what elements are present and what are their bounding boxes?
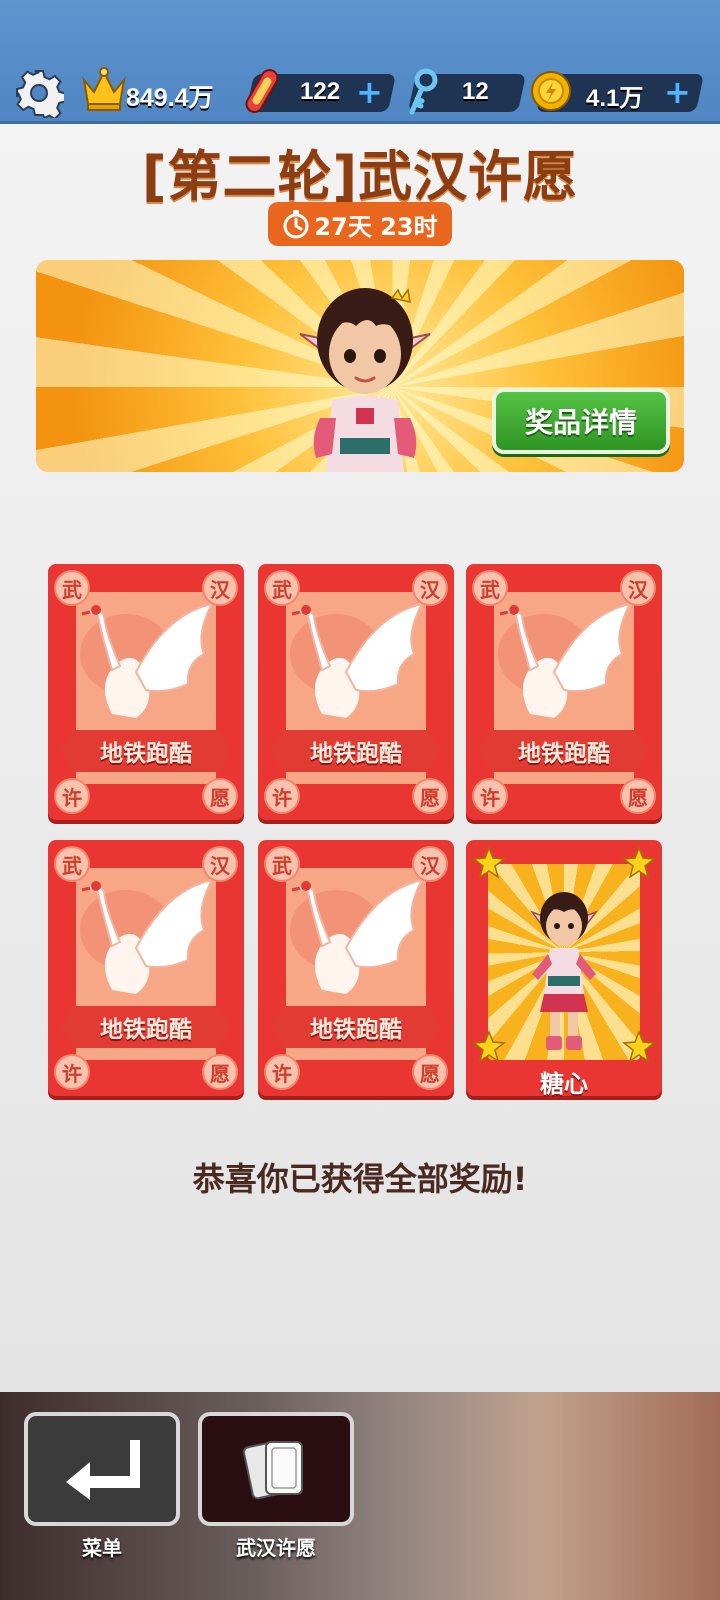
hidden-reward-card[interactable]: 武 汉许 愿 地铁跑酷: [48, 564, 244, 820]
cards-icon: [242, 1440, 303, 1500]
hoverboard-icon: [240, 66, 284, 120]
add-hoverboard-button[interactable]: +: [356, 73, 383, 111]
coin-icon: [530, 70, 572, 116]
character-card-background: [488, 864, 640, 1060]
corner-mark: 武: [54, 846, 90, 882]
prize-banner: 奖品详情: [36, 260, 684, 472]
corner-mark: 愿: [202, 1054, 238, 1090]
card-label: 地铁跑酷: [270, 730, 442, 772]
crane-icon: [290, 878, 424, 994]
star-icon: [472, 846, 506, 879]
add-coins-button[interactable]: +: [664, 73, 691, 111]
corner-mark: 许: [264, 1054, 300, 1090]
character-portrait-image: [299, 288, 431, 472]
character-name: 糖心: [540, 1070, 588, 1098]
stopwatch-icon: [283, 210, 309, 239]
wuhan-wish-tab-button[interactable]: [198, 1412, 354, 1526]
corner-mark: 许: [54, 1054, 90, 1090]
key-value: 12: [462, 78, 489, 105]
timer-text: 27天 23时: [314, 212, 438, 241]
card-label: 地铁跑酷: [60, 730, 232, 772]
crane-icon: [498, 602, 632, 718]
character-figure-image: [529, 892, 599, 1050]
coin-value: 4.1万: [586, 85, 644, 112]
score-value: 849.4万: [126, 84, 214, 112]
event-title: [第二轮]武汉许愿: [141, 145, 579, 208]
star-icon: [622, 846, 656, 879]
corner-mark: 汉: [202, 846, 238, 882]
corner-mark: 愿: [202, 778, 238, 814]
crown-icon: [80, 66, 128, 116]
corner-mark: 武: [472, 570, 508, 606]
card-label: 地铁跑酷: [270, 1006, 442, 1048]
corner-mark: 愿: [412, 1054, 448, 1090]
top-bar: 849.4万 122 + 12 4.1万 +: [0, 0, 720, 124]
crane-icon: [80, 878, 214, 994]
corner-mark: 愿: [412, 778, 448, 814]
hidden-reward-card[interactable]: 武 汉许 愿 地铁跑酷: [48, 840, 244, 1096]
star-icon: [622, 1030, 656, 1063]
card-label: 地铁跑酷: [60, 1006, 232, 1048]
menu-button[interactable]: [24, 1412, 180, 1526]
card-label: 地铁跑酷: [478, 730, 650, 772]
return-arrow-icon: [66, 1440, 140, 1500]
corner-mark: 许: [54, 778, 90, 814]
corner-mark: 许: [264, 778, 300, 814]
key-icon: [404, 68, 440, 120]
gear-icon: [16, 70, 64, 118]
crane-icon: [290, 602, 424, 718]
hidden-reward-card[interactable]: 武 汉许 愿 地铁跑酷: [466, 564, 662, 820]
hidden-reward-card[interactable]: 武 汉许 愿 地铁跑酷: [258, 564, 454, 820]
event-timer: 27天 23时: [268, 202, 452, 246]
corner-mark: 汉: [620, 570, 656, 606]
hoverboard-value: 122: [300, 78, 341, 105]
crane-icon: [80, 602, 214, 718]
completion-message: 恭喜你已获得全部奖励!: [192, 1160, 528, 1198]
bottom-nav-bar: 菜单 武汉许愿: [0, 1392, 720, 1600]
menu-label: 菜单: [82, 1536, 122, 1560]
corner-mark: 武: [264, 570, 300, 606]
wuhan-wish-tab-label: 武汉许愿: [236, 1536, 316, 1560]
settings-button[interactable]: [12, 66, 66, 120]
corner-mark: 武: [54, 570, 90, 606]
corner-mark: 许: [472, 778, 508, 814]
corner-mark: 武: [264, 846, 300, 882]
character-reward-card[interactable]: 糖心: [466, 840, 662, 1098]
corner-mark: 汉: [412, 570, 448, 606]
corner-mark: 汉: [202, 570, 238, 606]
corner-mark: 愿: [620, 778, 656, 814]
corner-mark: 汉: [412, 846, 448, 882]
event-panel: [第二轮]武汉许愿 27天 23时 奖品详情 武 汉 许 愿 地铁跑酷 武 汉 …: [0, 124, 720, 1392]
star-icon: [472, 1030, 506, 1063]
hidden-reward-card[interactable]: 武 汉许 愿 地铁跑酷: [258, 840, 454, 1096]
prize-details-button[interactable]: 奖品详情: [492, 388, 670, 454]
